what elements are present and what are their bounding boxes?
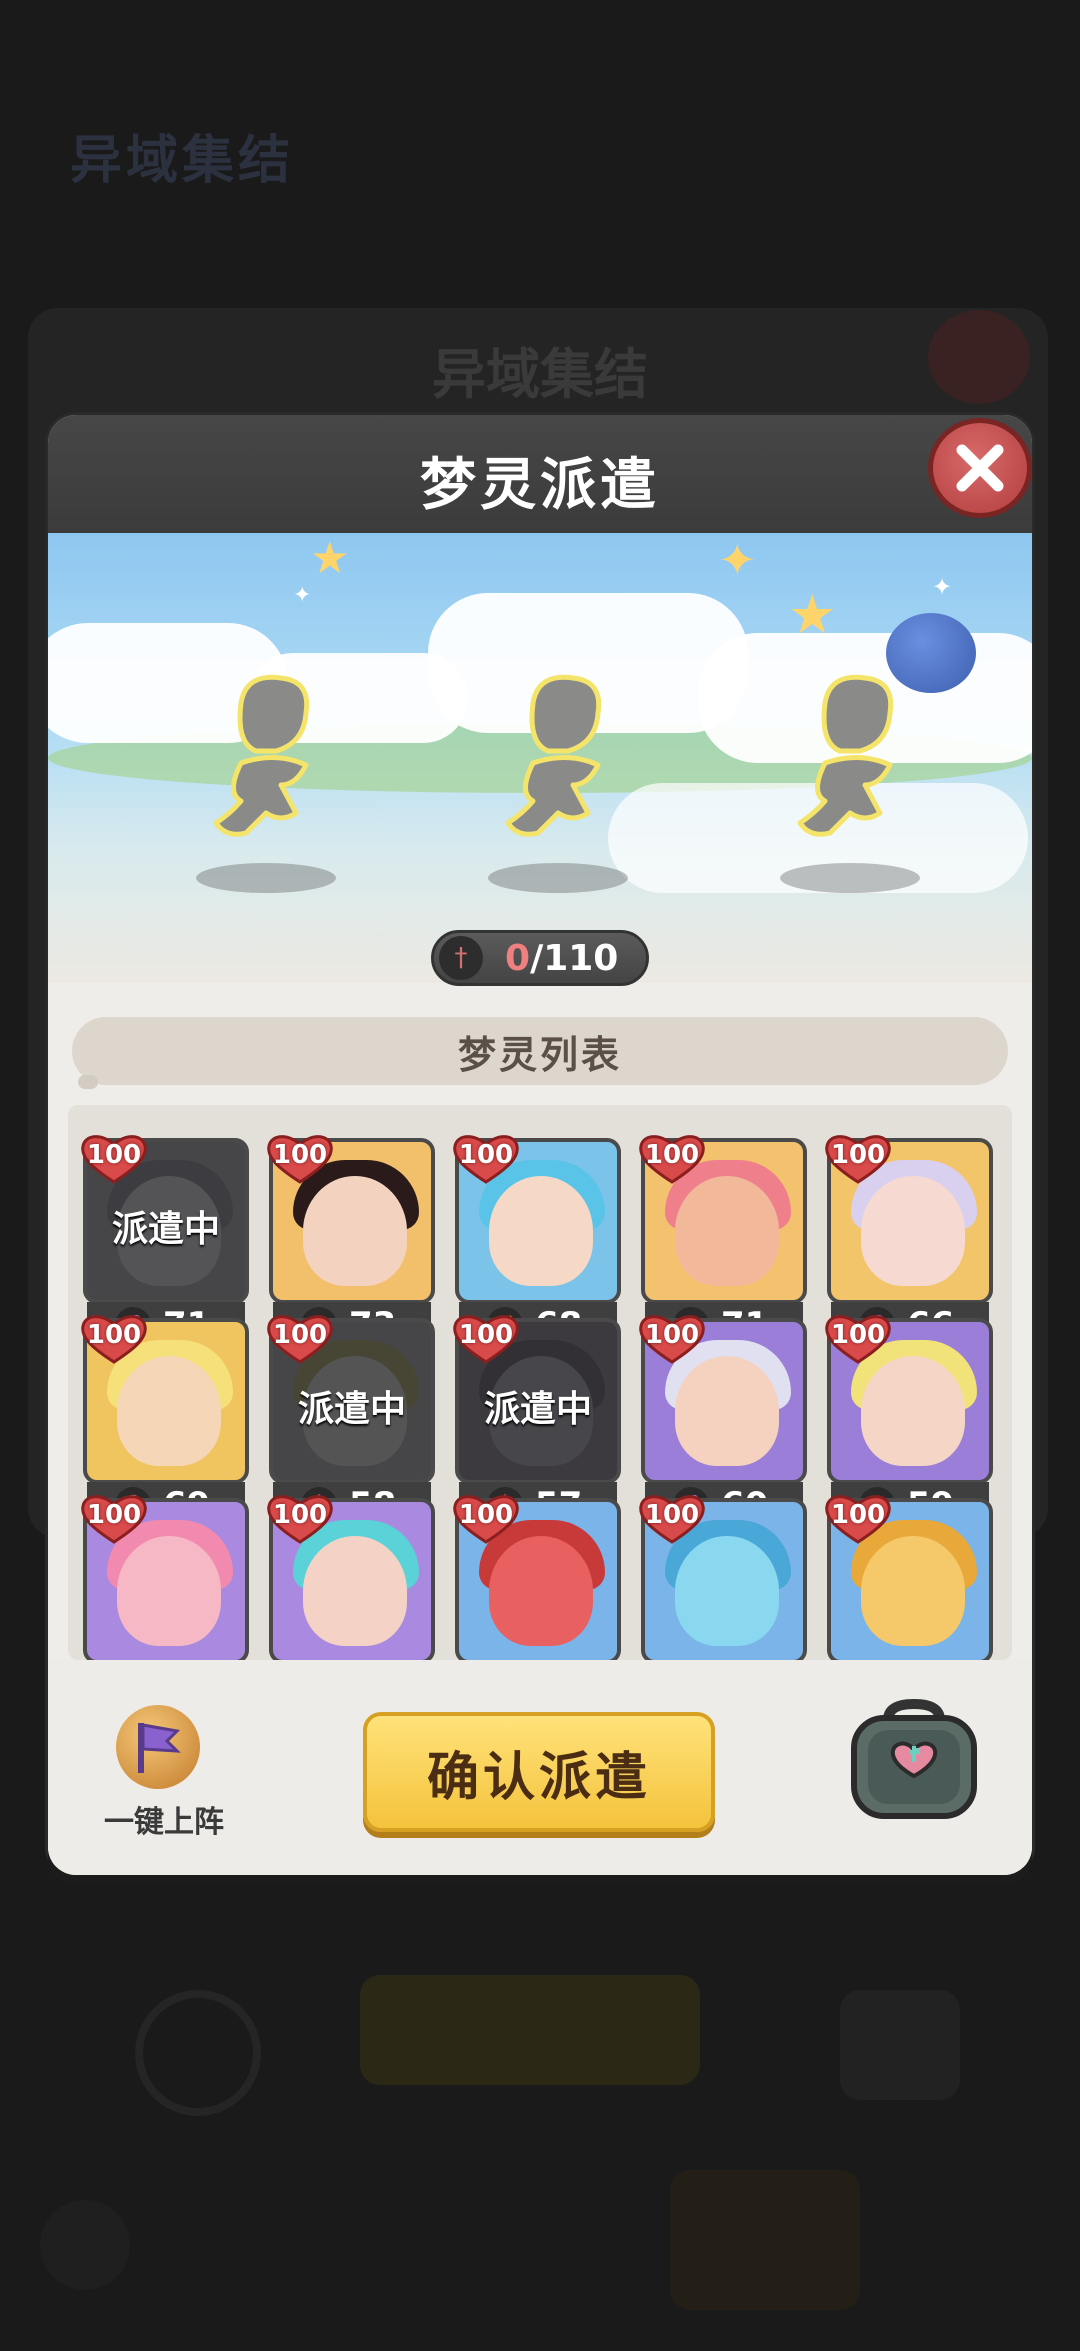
dialog-header: 梦灵派遣: [48, 415, 1032, 533]
required-power-pill: † 0/110: [431, 930, 649, 986]
heart-icon: 100: [637, 1312, 707, 1364]
dispatch-slot-2[interactable]: [478, 673, 638, 873]
spirit-avatar: [303, 1175, 407, 1286]
heart-icon: 100: [79, 1312, 149, 1364]
dispatching-status: 派遣中: [297, 1388, 406, 1430]
auto-deploy-button[interactable]: 一键上阵: [84, 1705, 224, 1845]
bag-icon[interactable]: [848, 1690, 980, 1822]
auto-deploy-label: 一键上阵: [104, 1805, 224, 1840]
heart-icon: 100: [265, 1312, 335, 1364]
spirit-card[interactable]: 100: [825, 1494, 993, 1660]
spirit-avatar: [303, 1535, 407, 1646]
dispatch-slot-1[interactable]: [186, 673, 346, 873]
dispatching-status: 派遣中: [111, 1208, 220, 1250]
spirit-card[interactable]: 100: [81, 1494, 249, 1660]
dialog-footer: 一键上阵 确认派遣: [48, 1660, 1032, 1875]
background-close-icon: [928, 310, 1030, 404]
sword-icon: †: [439, 936, 483, 980]
spirit-level: 100: [272, 1499, 328, 1530]
spirit-avatar: [675, 1175, 779, 1286]
spirit-card[interactable]: 100: [267, 1494, 435, 1660]
heart-icon: 100: [265, 1132, 335, 1184]
spirit-level: 100: [272, 1139, 328, 1170]
confirm-dispatch-button[interactable]: 确认派遣: [363, 1712, 715, 1832]
power-readout: 0/110: [505, 938, 618, 979]
heart-icon: 100: [451, 1132, 521, 1184]
spirit-level: 100: [86, 1499, 142, 1530]
background-title: 异域集结: [70, 131, 295, 191]
background-coin-icon: [670, 2170, 860, 2310]
spirit-level: 100: [86, 1139, 142, 1170]
close-icon: [956, 444, 1004, 492]
spirit-avatar: [861, 1535, 965, 1646]
spirit-level: 100: [86, 1319, 142, 1350]
heart-icon: 100: [79, 1492, 149, 1544]
dialog-title: 梦灵派遣: [420, 453, 660, 518]
spirit-level: 100: [458, 1499, 514, 1530]
spirit-avatar: [489, 1535, 593, 1646]
spirit-avatar: [675, 1355, 779, 1466]
flag-icon: [116, 1705, 200, 1789]
star-icon: ✦: [293, 583, 312, 608]
star-icon: ✦: [932, 573, 953, 601]
spirit-avatar: [861, 1355, 965, 1466]
background-ring-icon: [135, 1990, 261, 2116]
spirit-avatar: [861, 1175, 965, 1286]
spirit-card[interactable]: 100: [639, 1494, 807, 1660]
dispatch-slot-3[interactable]: [770, 673, 930, 873]
heart-icon: 100: [451, 1492, 521, 1544]
spirit-level: 100: [830, 1139, 886, 1170]
spirit-avatar: [117, 1355, 221, 1466]
heart-icon: 100: [823, 1312, 893, 1364]
list-decoration: [78, 1075, 98, 1089]
power-current: 0: [505, 937, 531, 979]
spirit-level: 100: [830, 1499, 886, 1530]
close-button[interactable]: [928, 418, 1032, 518]
dispatch-scene: ★ ✦ ✦ ★ ✦: [48, 533, 1032, 983]
background-icon: [840, 1990, 960, 2100]
heart-icon: 100: [823, 1492, 893, 1544]
star-icon: ★: [310, 533, 350, 584]
spirit-level: 100: [644, 1499, 700, 1530]
heart-icon: 100: [79, 1132, 149, 1184]
spirit-level: 100: [272, 1319, 328, 1350]
spirit-avatar: [489, 1175, 593, 1286]
dispatch-dialog: 梦灵派遣 ★ ✦ ✦ ★ ✦ † 0/110 梦灵列表 派遣中100ᔑ71100…: [48, 415, 1032, 1875]
star-icon: ✦: [718, 533, 757, 587]
background-button: [360, 1975, 700, 2085]
power-max: /110: [530, 937, 619, 979]
spirit-level: 100: [644, 1319, 700, 1350]
spirit-level: 100: [644, 1139, 700, 1170]
heart-icon: 100: [823, 1132, 893, 1184]
dispatching-status: 派遣中: [483, 1388, 592, 1430]
background-panel-title: 异域集结: [432, 343, 648, 406]
heart-icon: 100: [265, 1492, 335, 1544]
spirit-card[interactable]: 100: [453, 1494, 621, 1660]
background-back-icon: [40, 2200, 130, 2290]
spirit-grid[interactable]: 派遣中100ᔑ71100➶73100❦68100◎71100⚗66100☠69派…: [68, 1105, 1012, 1660]
heart-icon: 100: [451, 1312, 521, 1364]
spirit-avatar: [675, 1535, 779, 1646]
spirit-level: 100: [830, 1319, 886, 1350]
star-icon: ★: [788, 583, 837, 646]
spirit-level: 100: [458, 1319, 514, 1350]
spirit-avatar: [117, 1535, 221, 1646]
heart-icon: 100: [637, 1492, 707, 1544]
spirit-level: 100: [458, 1139, 514, 1170]
heart-icon: 100: [637, 1132, 707, 1184]
list-title: 梦灵列表: [72, 1017, 1008, 1085]
